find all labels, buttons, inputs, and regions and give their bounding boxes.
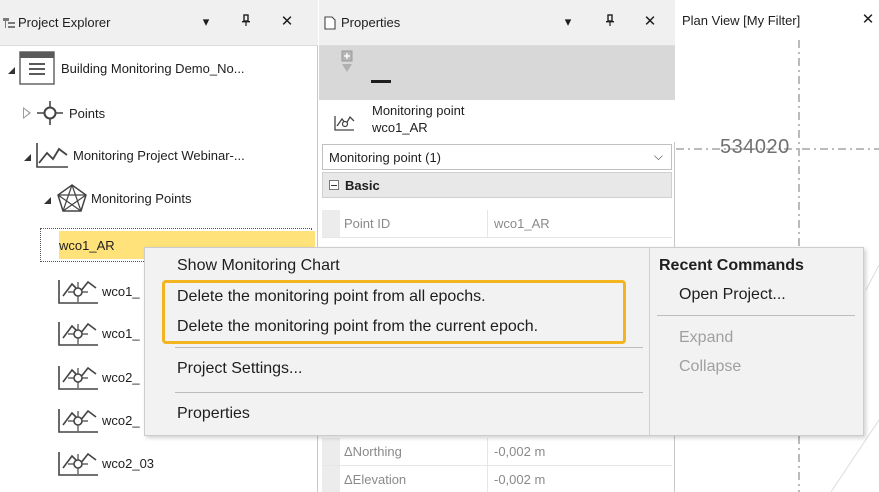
menu-item-delete-from-all-epochs[interactable]: Delete the monitoring point from all epo… (177, 288, 486, 306)
object-type-label: Monitoring point (372, 103, 465, 118)
properties-page-icon (324, 15, 336, 30)
project-explorer-header: Project Explorer ▾ ✕ (0, 0, 318, 46)
tree-item-wco2-03[interactable]: wco2_03 (56, 448, 154, 478)
project-explorer-icon (3, 17, 15, 28)
plan-view-title[interactable]: Plan View [My Filter] (682, 13, 800, 28)
tree-item-label: wco2_ (102, 369, 140, 385)
coordinate-label: 534020 (720, 136, 790, 158)
property-row-point-id[interactable]: Point ID wco1_AR (322, 210, 672, 238)
tree-item-label: wco2_03 (102, 455, 155, 471)
collapsed-triangle-icon[interactable] (23, 107, 31, 119)
menu-item-open-project[interactable]: Open Project... (679, 286, 786, 304)
property-value[interactable]: -0,002 m (488, 466, 672, 492)
tree-item-label: wco1_ (102, 325, 140, 341)
expanded-triangle-icon[interactable] (8, 66, 15, 74)
object-selector-dropdown[interactable]: Monitoring point (1) ⌵ (322, 144, 672, 170)
close-icon[interactable]: ✕ (859, 10, 877, 30)
property-row-delta-northing[interactable]: ΔNorthing -0,002 m (322, 438, 672, 466)
property-value[interactable]: wco1_AR (488, 210, 672, 237)
menu-separator (175, 392, 643, 393)
menu-item-collapse: Collapse (679, 358, 742, 375)
tree-item-monitoring-points[interactable]: Monitoring Points (44, 183, 191, 213)
close-icon[interactable]: ✕ (278, 12, 296, 32)
collapse-all-icon[interactable] (371, 80, 391, 83)
monitoring-point-icon (334, 115, 355, 131)
monitoring-point-icon (58, 280, 98, 304)
tree-item-wco1-3[interactable]: wco1_ (56, 318, 140, 348)
tree-item-wco1-2[interactable]: wco1_ (56, 276, 140, 306)
column-divider (649, 248, 650, 435)
menu-item-project-settings[interactable]: Project Settings... (177, 360, 302, 378)
properties-toolbar (319, 46, 675, 100)
menu-item-delete-from-current-epoch[interactable]: Delete the monitoring point from the cur… (177, 318, 538, 336)
menu-item-show-monitoring-chart[interactable]: Show Monitoring Chart (177, 257, 340, 275)
category-label: Basic (345, 177, 380, 193)
property-row-delta-elevation[interactable]: ΔElevation -0,002 m (322, 466, 672, 492)
context-menu: Show Monitoring Chart Delete the monitor… (144, 247, 864, 436)
recent-commands-header: Recent Commands (659, 257, 804, 274)
property-key: Point ID (340, 210, 488, 237)
menu-separator (175, 347, 643, 348)
move-down-icon[interactable] (339, 50, 355, 74)
tree-item-label: Monitoring Project Webinar-... (73, 147, 245, 163)
expanded-triangle-icon[interactable] (24, 153, 31, 161)
project-explorer-title: Project Explorer (18, 15, 111, 30)
object-name-label: wco1_AR (372, 120, 428, 135)
tree-item-points[interactable]: Points (23, 98, 106, 128)
monitoring-point-icon (58, 366, 98, 390)
pin-icon[interactable] (601, 12, 619, 32)
property-key: ΔElevation (340, 466, 488, 492)
tree-item-label: Monitoring Points (91, 190, 192, 206)
document-icon (19, 51, 55, 85)
point-crosshair-icon (37, 101, 63, 125)
selected-object-summary: Monitoring point wco1_AR (319, 100, 675, 142)
tree-item-label: wco2_ (102, 412, 140, 428)
menu-item-properties[interactable]: Properties (177, 405, 250, 423)
monitoring-point-icon (58, 452, 98, 476)
chevron-down-icon[interactable]: ▾ (197, 12, 215, 32)
properties-header: Properties ▾ ✕ (319, 0, 675, 46)
tree-item-monitoring-project[interactable]: Monitoring Project Webinar-... (24, 140, 245, 170)
menu-separator (657, 315, 855, 316)
close-icon[interactable]: ✕ (641, 12, 659, 32)
category-basic[interactable]: Basic (322, 172, 672, 198)
line-chart-icon (36, 143, 68, 168)
monitoring-network-icon (57, 184, 87, 212)
chevron-down-icon[interactable]: ⌵ (654, 149, 663, 164)
plan-view-header: Plan View [My Filter] ✕ (676, 0, 879, 40)
monitoring-point-icon (58, 409, 98, 433)
property-key: ΔNorthing (340, 438, 488, 465)
tree-item-label: Points (69, 105, 106, 121)
expanded-triangle-icon[interactable] (44, 196, 51, 204)
tree-item-label: Building Monitoring Demo_No... (61, 60, 245, 76)
collapse-minus-icon[interactable] (329, 180, 339, 190)
tree-item-label: wco1_ (102, 283, 140, 299)
menu-item-expand: Expand (679, 329, 734, 346)
pin-icon[interactable] (237, 12, 255, 32)
chevron-down-icon[interactable]: ▾ (559, 12, 577, 32)
object-selector-value: Monitoring point (1) (329, 149, 441, 165)
tree-item-building-monitoring-demo[interactable]: Building Monitoring Demo_No... (8, 51, 245, 85)
monitoring-point-icon (58, 322, 98, 346)
property-value[interactable]: -0,002 m (488, 438, 672, 465)
properties-title: Properties (341, 15, 401, 30)
tree-item-wco2-1[interactable]: wco2_ (56, 362, 140, 392)
tree-item-wco2-2[interactable]: wco2_ (56, 405, 140, 435)
